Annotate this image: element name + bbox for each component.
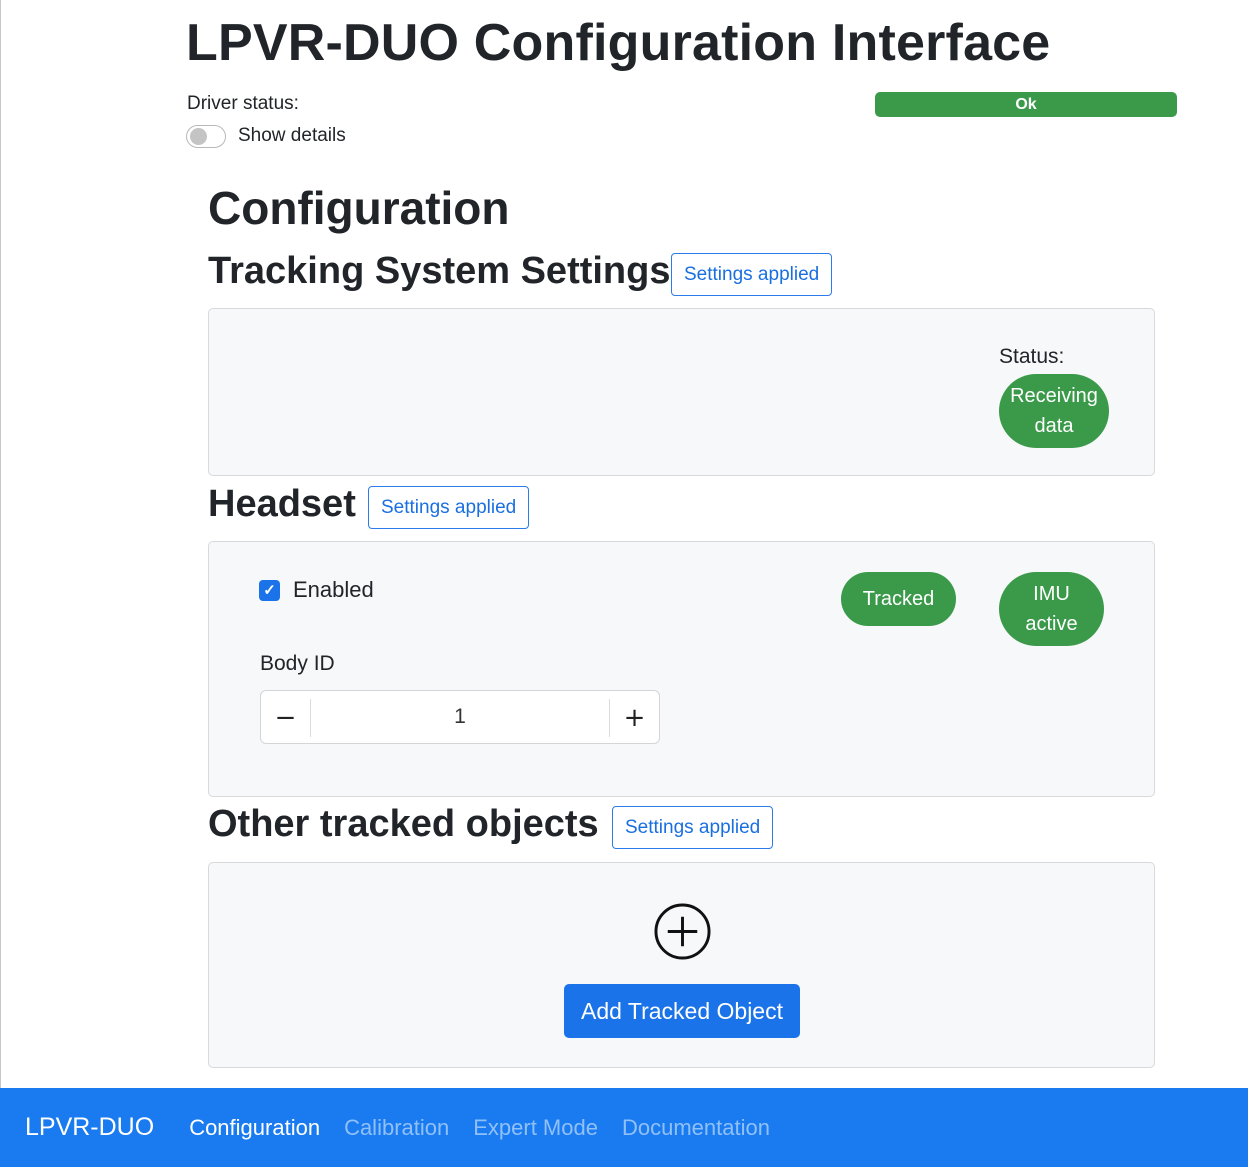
body-id-label: Body ID <box>260 652 335 675</box>
navbar-brand[interactable]: LPVR-DUO <box>25 1113 154 1142</box>
enabled-label: Enabled <box>293 577 374 602</box>
body-id-decrement-button[interactable]: − <box>261 699 311 737</box>
add-tracked-object-button[interactable]: Add Tracked Object <box>564 984 800 1038</box>
nav-link-expert-mode[interactable]: Expert Mode <box>473 1115 598 1141</box>
body-id-input[interactable] <box>311 691 609 743</box>
show-details-label: Show details <box>238 125 346 146</box>
show-details-toggle[interactable] <box>186 124 226 148</box>
receiving-data-badge-line1: Receiving <box>1010 385 1098 407</box>
nav-link-configuration[interactable]: Configuration <box>189 1115 320 1141</box>
headset-heading: Headset <box>208 483 356 525</box>
driver-status-bar: Ok <box>875 92 1177 117</box>
plus-circle-icon[interactable] <box>654 903 711 960</box>
nav-link-calibration[interactable]: Calibration <box>344 1115 449 1141</box>
nav-link-documentation[interactable]: Documentation <box>622 1115 770 1141</box>
enabled-checkbox[interactable]: ✓ <box>259 579 280 601</box>
driver-status-label: Driver status: <box>187 93 299 114</box>
tracking-settings-applied-button[interactable]: Settings applied <box>671 253 833 296</box>
imu-active-badge-line2: active <box>1025 613 1078 635</box>
headset-card: ✓ Enabled Tracked IMU active Body ID − + <box>208 541 1155 797</box>
other-objects-settings-applied-button[interactable]: Settings applied <box>612 806 774 849</box>
left-border <box>0 0 1 1088</box>
receiving-data-badge: Receiving data <box>999 374 1109 448</box>
tracking-system-card: Status: Receiving data <box>208 308 1155 476</box>
tracked-badge: Tracked <box>841 572 956 626</box>
page: LPVR-DUO Configuration Interface Driver … <box>0 0 1248 1167</box>
other-objects-card: Add Tracked Object <box>208 862 1155 1068</box>
receiving-data-badge-line2: data <box>1034 415 1074 437</box>
imu-active-badge: IMU active <box>999 572 1104 646</box>
tracking-system-heading: Tracking System Settings <box>208 250 671 292</box>
headset-settings-applied-button[interactable]: Settings applied <box>368 486 530 529</box>
show-details-toggle-row: Show details <box>186 124 346 148</box>
tracking-status-label: Status: <box>999 345 1065 368</box>
bottom-navbar: LPVR-DUO Configuration Calibration Exper… <box>0 1088 1248 1167</box>
body-id-increment-button[interactable]: + <box>609 699 659 737</box>
configuration-heading: Configuration <box>208 182 510 234</box>
body-id-stepper: − + <box>260 690 660 744</box>
other-objects-heading: Other tracked objects <box>208 803 599 845</box>
app-title: LPVR-DUO Configuration Interface <box>186 14 1051 72</box>
enabled-row: ✓ Enabled <box>259 576 374 604</box>
imu-active-badge-line1: IMU <box>1033 583 1070 605</box>
